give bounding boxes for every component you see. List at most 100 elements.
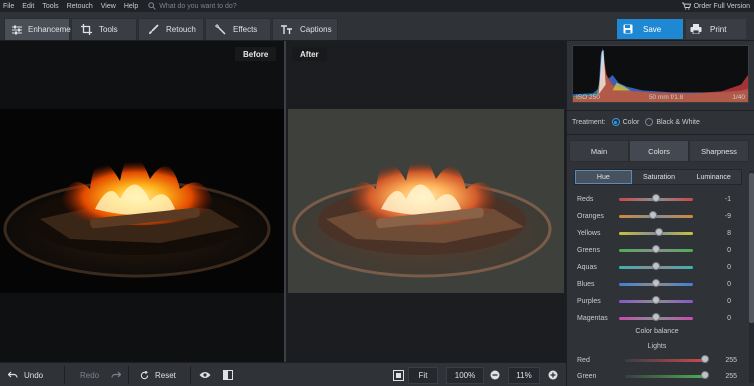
tab-sharpness[interactable]: Sharpness [689,140,749,162]
slider-handle[interactable] [651,194,660,202]
slider-handle[interactable] [652,279,660,287]
after-photo [288,109,564,293]
zoom-100-label: 100% [454,371,476,380]
slider-handle[interactable] [701,371,709,379]
color-radio[interactable] [611,118,620,126]
tab-saturation[interactable]: Saturation [631,170,687,184]
slider-handle[interactable] [648,211,657,219]
sliders-icon [11,23,23,37]
divider [567,110,754,111]
divider [567,134,754,135]
lights-title: Lights [647,343,667,350]
crop-icon [78,23,94,37]
slider-value: 0 [727,314,731,322]
tab-colors[interactable]: Colors [629,140,689,162]
bottom-bar: Undo Redo Reset Fit 100% 11% [0,362,566,386]
slider-value: 0 [727,297,731,305]
menu-tools[interactable]: Tools [38,3,62,10]
slider-label: Greens [577,246,600,254]
slider-value: -9 [724,212,731,220]
print-label: Print [710,24,727,34]
shutter-value: 1/40 [732,94,745,101]
adjustment-tabs: Main Colors Sharpness [569,140,749,162]
tab-label: Enhancement [28,25,78,34]
fit-button[interactable]: Fit [408,367,438,384]
slider-handle[interactable] [652,245,660,253]
menu-help[interactable]: Help [120,3,142,10]
iso-value: ISO 250 [576,94,600,101]
zoom-out-button[interactable] [490,367,506,383]
preview-eye-button[interactable] [199,367,217,383]
tab-captions[interactable]: Captions [272,18,338,40]
hsl-tabs: Hue Saturation Luminance [574,169,742,185]
mode-tabs: Enhancement Tools Retouch Effects Captio… [4,18,339,40]
slider-track[interactable] [625,359,705,362]
order-full-version-link[interactable]: Order Full Version [681,0,750,12]
treatment-label: Treatment: [572,118,606,126]
tab-luminance[interactable]: Luminance [686,170,742,184]
save-button[interactable]: Save [617,19,683,39]
search-box[interactable]: What do you want to do? [148,2,237,10]
eye-icon [199,371,211,379]
menu-retouch[interactable]: Retouch [63,3,97,10]
color-balance-title: Color balance [635,328,679,335]
panel-scrollbar[interactable] [749,171,754,383]
lens-value: 50 mm f/1.8 [648,94,684,101]
redo-button[interactable]: Redo [80,367,127,383]
tab-hue[interactable]: Hue [575,170,632,184]
slider-handle[interactable] [652,313,660,321]
undo-button[interactable]: Undo [8,367,43,383]
tab-tools[interactable]: Tools [71,18,137,40]
tab-label: Captions [300,25,332,34]
slider-label: Yellows [577,229,601,237]
print-button[interactable]: Print [686,19,746,39]
floppy-disk-icon [623,24,633,34]
menu-file[interactable]: File [0,3,18,10]
slider-handle[interactable] [701,355,709,363]
reset-icon [140,370,149,380]
slider-value: -1 [724,195,731,203]
cart-icon [681,2,691,10]
black-white-radio-label[interactable]: Black & White [656,119,700,126]
before-photo [0,109,284,293]
slider-label: Green [577,372,597,380]
menu-view[interactable]: View [97,3,120,10]
compare-button[interactable] [223,367,239,383]
tab-main[interactable]: Main [569,140,629,162]
color-radio-label[interactable]: Color [623,119,640,126]
reset-button[interactable]: Reset [140,367,176,383]
slider-value: 0 [727,246,731,254]
slider-value: 0 [727,263,731,271]
redo-icon [111,371,122,379]
undo-icon [8,371,18,379]
exif-info: ISO 250 50 mm f/1.8 1/40 [572,94,749,104]
hue-row-reds: Reds -1 [577,193,737,205]
tab-enhancement[interactable]: Enhancement [4,18,77,40]
slider-handle[interactable] [654,228,663,236]
zoom-out-icon [490,370,500,380]
zoom-value-field[interactable]: 11% [508,367,540,384]
fit-screen-icon [393,369,404,381]
tab-label: Tools [99,25,118,34]
zoom-in-button[interactable] [548,367,564,383]
hue-row-magentas: Magentas 0 [577,312,737,324]
tab-retouch[interactable]: Retouch [138,18,204,40]
menu-edit[interactable]: Edit [18,3,38,10]
slider-label: Aquas [577,263,597,271]
slider-value: 8 [727,229,731,237]
magic-wand-icon [212,23,228,37]
slider-handle[interactable] [652,262,660,270]
tab-effects[interactable]: Effects [205,18,271,40]
tab-label: Retouch [166,25,196,34]
scrollbar-thumb[interactable] [749,173,754,323]
balance-row-green: Green 255 [577,370,737,382]
zoom-100-button[interactable]: 100% [446,367,484,384]
slider-track[interactable] [625,375,705,378]
hue-row-aquas: Aquas 0 [577,261,737,273]
slider-handle[interactable] [652,296,660,304]
slider-value: 255 [725,372,737,380]
image-canvas[interactable]: Before After [0,41,566,362]
reset-label: Reset [155,370,176,380]
black-white-radio[interactable] [645,118,654,126]
redo-label: Redo [80,370,100,380]
